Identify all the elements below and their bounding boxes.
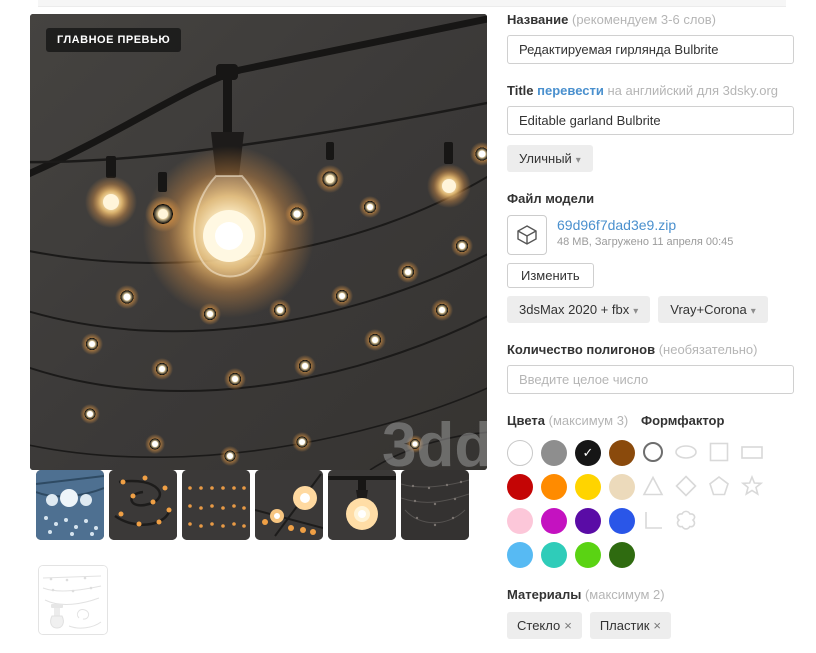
- color-swatch-dark-green[interactable]: [609, 542, 635, 568]
- top-strip: [38, 0, 786, 7]
- color-swatch-white[interactable]: [507, 440, 533, 466]
- polygons-input[interactable]: [507, 365, 794, 394]
- watermark-3ddd: 3ddd: [382, 411, 487, 470]
- model-file-meta: 48 МВ, Загружено 11 апреля 00:45: [557, 236, 733, 248]
- color-swatch-blue[interactable]: [609, 508, 635, 534]
- name-field-label: Название (рекомендуем 3-6 слов): [507, 12, 795, 27]
- cube-icon: [507, 215, 547, 255]
- chevron-down-icon: ▾: [576, 155, 581, 166]
- polygons-field-label: Количество полигонов (необязательно): [507, 342, 795, 357]
- name-input[interactable]: [507, 35, 794, 64]
- color-swatch-black[interactable]: ✓: [575, 440, 601, 466]
- thumbnail-4[interactable]: [255, 470, 323, 540]
- title-input[interactable]: [507, 106, 794, 135]
- color-swatch-beige[interactable]: [609, 474, 635, 500]
- check-icon: ✓: [575, 440, 601, 466]
- thumbnail-2[interactable]: [109, 470, 177, 540]
- colors-section-label: Цвета (максимум 3): [507, 413, 641, 428]
- category-dropdown[interactable]: Уличный▾: [507, 145, 593, 172]
- color-swatch-red[interactable]: [507, 474, 533, 500]
- formfactor-ellipse-icon[interactable]: [674, 440, 698, 464]
- chevron-down-icon: ▾: [751, 306, 756, 317]
- formfactor-square-icon[interactable]: [707, 440, 731, 464]
- color-swatch-brown[interactable]: [609, 440, 635, 466]
- change-file-button[interactable]: Изменить: [507, 263, 594, 288]
- color-swatch-lime[interactable]: [575, 542, 601, 568]
- model-file-link[interactable]: 69d96f7dad3e9.zip: [557, 217, 733, 233]
- formfactor-pentagon-icon[interactable]: [707, 474, 731, 498]
- format-dropdown[interactable]: 3dsMax 2020 + fbx▾: [507, 296, 650, 323]
- render-dropdown[interactable]: Vray+Corona▾: [658, 296, 768, 323]
- translate-link[interactable]: перевести: [537, 83, 604, 98]
- remove-icon[interactable]: ×: [564, 618, 572, 633]
- file-section-label: Файл модели: [507, 191, 795, 206]
- thumbnail-5[interactable]: [328, 470, 396, 540]
- formfactor-angle-icon[interactable]: [641, 508, 665, 532]
- color-swatch-grid: ✓: [507, 440, 641, 568]
- thumbnail-3[interactable]: [182, 470, 250, 540]
- color-swatch-gray[interactable]: [541, 440, 567, 466]
- title-field-label: Title перевести на английский для 3dsky.…: [507, 83, 795, 98]
- color-swatch-magenta[interactable]: [541, 508, 567, 534]
- formfactor-grid: [641, 440, 764, 532]
- color-swatch-pink[interactable]: [507, 508, 533, 534]
- formfactor-blob-icon[interactable]: [674, 508, 698, 532]
- thumbnail-6[interactable]: [401, 470, 469, 540]
- thumbnail-strip: [36, 470, 469, 540]
- material-tag[interactable]: Стекло ×: [507, 612, 582, 639]
- materials-section-label: Материалы (максимум 2): [507, 587, 795, 602]
- formfactor-star-icon[interactable]: [740, 474, 764, 498]
- color-swatch-orange[interactable]: [541, 474, 567, 500]
- thumbnail-sketch[interactable]: [38, 565, 108, 635]
- color-swatch-sky-blue[interactable]: [507, 542, 533, 568]
- formfactor-diamond-icon[interactable]: [674, 474, 698, 498]
- main-preview-badge: ГЛАВНОЕ ПРЕВЬЮ: [46, 28, 181, 52]
- upload-form-panel: Название (рекомендуем 3-6 слов) Title пе…: [507, 12, 795, 653]
- model-file-row: 69d96f7dad3e9.zip 48 МВ, Загружено 11 ап…: [507, 215, 795, 255]
- material-tag-label: Стекло: [517, 618, 560, 633]
- chevron-down-icon: ▾: [633, 306, 638, 317]
- color-swatch-purple[interactable]: [575, 508, 601, 534]
- thumbnail-1-selected[interactable]: [36, 470, 104, 540]
- material-tag[interactable]: Пластик×: [590, 612, 671, 639]
- garland-render: 3ddd: [30, 14, 487, 470]
- formfactor-section-label: Формфактор: [641, 413, 764, 428]
- color-swatch-yellow[interactable]: [575, 474, 601, 500]
- color-swatch-turquoise[interactable]: [541, 542, 567, 568]
- formfactor-triangle-icon[interactable]: [641, 474, 665, 498]
- material-tag-label: Пластик: [600, 618, 650, 633]
- remove-icon[interactable]: ×: [653, 618, 661, 633]
- main-preview-image: 3ddd ГЛАВНОЕ ПРЕВЬЮ: [30, 14, 487, 470]
- formfactor-rectangle-icon[interactable]: [740, 440, 764, 464]
- formfactor-circle-icon[interactable]: [641, 440, 665, 464]
- material-tags: Стекло×Пластик×: [507, 612, 795, 639]
